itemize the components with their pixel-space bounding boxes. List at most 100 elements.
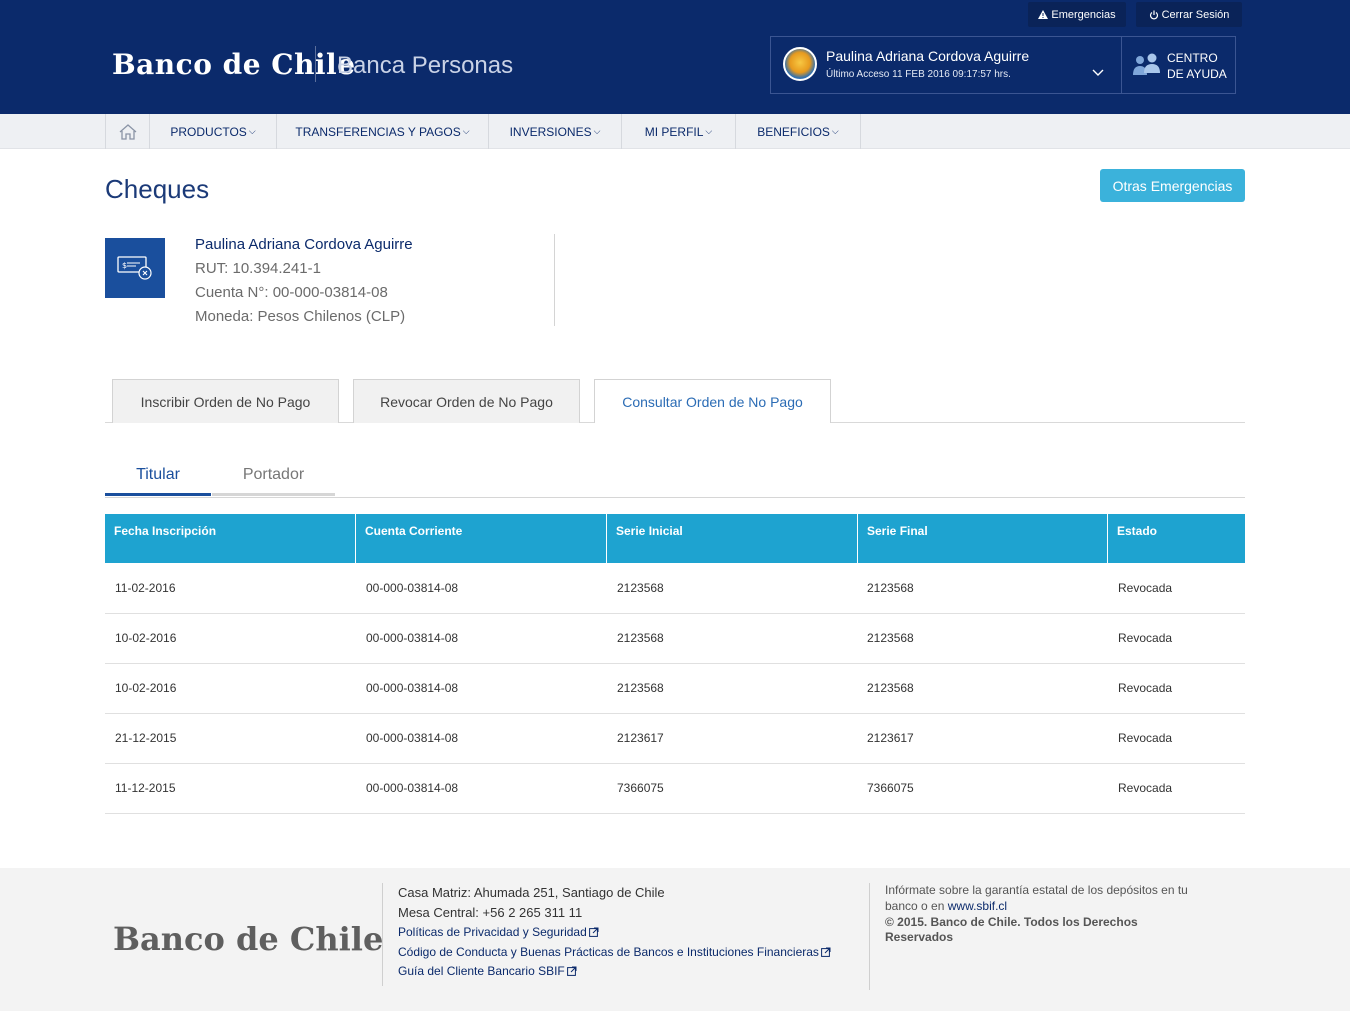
page-title: Cheques [105, 174, 210, 204]
emergencias-label: Emergencias [1051, 8, 1116, 21]
nav-mi-perfil[interactable]: MI PERFIL ⌵ [622, 114, 736, 149]
col-fecha[interactable]: Fecha Inscripción [105, 514, 356, 563]
nav-beneficios-label: BENEFICIOS [757, 124, 830, 139]
footer-divider [869, 883, 870, 990]
footer-link-codigo-label: Código de Conducta y Buenas Prácticas de… [398, 945, 819, 959]
account-rut: RUT: 10.394.241-1 [195, 260, 321, 277]
external-link-icon [588, 927, 599, 937]
cell-estado: Revocada [1118, 681, 1173, 695]
otras-emergencias-button[interactable]: Otras Emergencias [1100, 169, 1245, 202]
cell-serie-inicial: 2123568 [617, 681, 664, 695]
table-header: Fecha Inscripción Cuenta Corriente Serie… [105, 514, 1245, 563]
tab-revocar[interactable]: Revocar Orden de No Pago [353, 379, 580, 423]
footer-link-privacidad-label: Políticas de Privacidad y Seguridad [398, 925, 587, 939]
nav-productos-label: PRODUCTOS [170, 124, 247, 139]
bank-logo[interactable]: Banco de Chile [112, 48, 356, 81]
avatar [783, 47, 817, 81]
nav-home[interactable] [105, 114, 150, 149]
logout-label: Cerrar Sesión [1161, 8, 1230, 21]
footer-link-sbif[interactable]: Guía del Cliente Bancario SBIF [398, 964, 577, 978]
cell-serie-final: 2123617 [867, 731, 914, 745]
user-menu[interactable]: Paulina Adriana Cordova Aguirre Último A… [770, 36, 1236, 94]
external-link-icon [821, 947, 831, 957]
table-row: 10-02-2016 00-000-03814-08 2123568 21235… [105, 664, 1245, 714]
table-row: 21-12-2015 00-000-03814-08 2123617 21236… [105, 714, 1245, 764]
chevron-down-icon: ⌵ [462, 126, 470, 136]
cell-fecha: 11-02-2016 [115, 581, 176, 595]
footer-copyright-line2: Reservados [885, 930, 954, 944]
chevron-down-icon: ⌵ [705, 126, 713, 136]
tab-consultar[interactable]: Consultar Orden de No Pago [594, 379, 831, 423]
cell-serie-final: 2123568 [867, 581, 914, 595]
col-cuenta[interactable]: Cuenta Corriente [356, 514, 607, 563]
footer-phone: Mesa Central: +56 2 265 311 11 [398, 905, 583, 920]
cell-estado: Revocada [1118, 631, 1173, 645]
top-header: Emergencias Cerrar Sesión Banco de Chile… [0, 0, 1350, 114]
help-line1: CENTRO [1167, 51, 1218, 65]
account-number: Cuenta N°: 00-000-03814-08 [195, 284, 388, 301]
home-icon [119, 123, 136, 140]
logo-divider [315, 46, 316, 82]
nav-inversiones-label: INVERSIONES [509, 124, 592, 139]
cell-estado: Revocada [1118, 731, 1173, 745]
nav-transferencias-label: TRANSFERENCIAS Y PAGOS [295, 124, 461, 139]
cell-estado: Revocada [1118, 581, 1173, 595]
col-serie-inicial[interactable]: Serie Inicial [607, 514, 858, 563]
logout-button[interactable]: Cerrar Sesión [1136, 2, 1242, 27]
subtabs-baseline [105, 497, 1245, 498]
table-row: 10-02-2016 00-000-03814-08 2123568 21235… [105, 614, 1245, 664]
external-link-icon [566, 966, 577, 976]
col-estado[interactable]: Estado [1108, 514, 1245, 563]
footer: Banco de Chile Casa Matriz: Ahumada 251,… [0, 868, 1350, 1011]
footer-link-sbif-label: Guía del Cliente Bancario SBIF [398, 964, 565, 978]
warning-icon [1038, 10, 1049, 19]
cell-cuenta: 00-000-03814-08 [366, 631, 459, 645]
cell-serie-final: 7366075 [867, 781, 914, 795]
svg-text:$: $ [122, 261, 127, 270]
account-holder-name: Paulina Adriana Cordova Aguirre [195, 236, 413, 253]
cell-serie-inicial: 7366075 [617, 781, 664, 795]
cell-cuenta: 00-000-03814-08 [366, 731, 459, 745]
chevron-down-icon: ⌵ [248, 126, 256, 136]
cell-estado: Revocada [1118, 781, 1173, 795]
footer-divider [382, 883, 383, 986]
account-divider [554, 234, 555, 326]
last-access: Último Acceso 11 FEB 2016 09:17:57 hrs. [826, 69, 1011, 80]
chevron-down-icon: ⌵ [593, 126, 601, 136]
cell-cuenta: 00-000-03814-08 [366, 681, 459, 695]
account-currency: Moneda: Pesos Chilenos (CLP) [195, 308, 406, 325]
help-people-icon[interactable] [1131, 51, 1161, 79]
footer-sbif-link[interactable]: www.sbif.cl [948, 899, 1007, 913]
cell-fecha: 10-02-2016 [115, 631, 177, 645]
footer-copyright-line1: © 2015. Banco de Chile. Todos los Derech… [885, 915, 1138, 929]
nav-inversiones[interactable]: INVERSIONES ⌵ [489, 114, 622, 149]
tab-inscribir[interactable]: Inscribir Orden de No Pago [112, 379, 339, 423]
nav-productos[interactable]: PRODUCTOS ⌵ [150, 114, 277, 149]
table-row: 11-12-2015 00-000-03814-08 7366075 73660… [105, 764, 1245, 814]
section-title: Banca Personas [337, 52, 514, 79]
nav-beneficios[interactable]: BENEFICIOS ⌵ [736, 114, 861, 149]
cell-fecha: 11-12-2015 [115, 781, 176, 795]
help-line2: DE AYUDA [1167, 67, 1227, 81]
cell-serie-inicial: 2123568 [617, 631, 664, 645]
footer-guarantee-line2: banco o en www.sbif.cl [885, 899, 1007, 913]
cell-cuenta: 00-000-03814-08 [366, 581, 459, 595]
nav-transferencias[interactable]: TRANSFERENCIAS Y PAGOS ⌵ [277, 114, 489, 149]
user-name: Paulina Adriana Cordova Aguirre [826, 48, 1030, 64]
power-icon [1149, 10, 1158, 19]
cell-serie-inicial: 2123617 [617, 731, 664, 745]
cheque-icon: $ [105, 238, 165, 298]
cell-serie-inicial: 2123568 [617, 581, 664, 595]
chevron-down-icon[interactable] [1091, 67, 1105, 77]
subtab-titular[interactable]: Titular [105, 466, 211, 496]
footer-link-privacidad[interactable]: Políticas de Privacidad y Seguridad [398, 925, 599, 939]
cell-fecha: 21-12-2015 [115, 731, 177, 745]
col-serie-final[interactable]: Serie Final [858, 514, 1108, 563]
help-center-link[interactable]: CENTRO DE AYUDA [1167, 50, 1227, 82]
cell-cuenta: 00-000-03814-08 [366, 781, 459, 795]
footer-link-codigo[interactable]: Código de Conducta y Buenas Prácticas de… [398, 945, 831, 959]
subtab-portador[interactable]: Portador [212, 466, 335, 496]
user-box-divider [1121, 37, 1122, 93]
footer-guarantee-text: banco o en [885, 899, 945, 913]
emergencias-button[interactable]: Emergencias [1028, 2, 1126, 27]
